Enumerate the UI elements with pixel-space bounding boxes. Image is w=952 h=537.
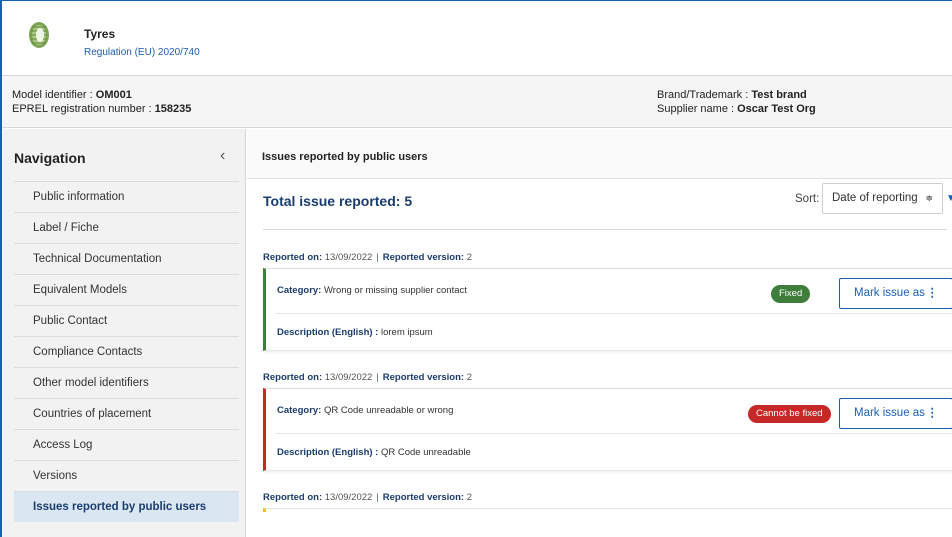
sidebar-item-versions[interactable]: Versions	[14, 460, 239, 491]
reported-version-label: Reported version:	[382, 252, 465, 263]
model-identifier: Model identifier : OM001	[12, 89, 132, 101]
reported-on-value: 13/09/2022	[324, 492, 373, 503]
category-value: QR Code unreadable or wrong	[323, 405, 454, 416]
sidebar-item-public-information[interactable]: Public information	[14, 181, 239, 212]
reported-on-value: 13/09/2022	[324, 372, 373, 383]
reported-on-label: Reported on:	[263, 492, 323, 503]
reported-on-label: Reported on:	[263, 252, 323, 263]
app-frame: Tyres Regulation (EU) 2020/740 Model ide…	[0, 0, 952, 537]
brand-label: Brand/Trademark :	[657, 89, 752, 101]
sort-direction-icon[interactable]: ▼	[946, 193, 952, 204]
eprel-number: EPREL registration number : 158235	[12, 103, 191, 115]
product-title: Tyres	[84, 27, 116, 41]
supplier-value: Oscar Test Org	[737, 103, 816, 115]
reported-on-label: Reported on:	[263, 372, 323, 383]
main-header: Issues reported by public users	[247, 129, 952, 179]
reported-version-value: 2	[466, 372, 472, 383]
page-title: Issues reported by public users	[262, 151, 428, 163]
issue-category: Category: QR Code unreadable or wrong	[277, 405, 453, 416]
issue-meta: Reported on: 13/09/2022 | Reported version…	[263, 372, 472, 383]
sidebar-item-label-fiche[interactable]: Label / Fiche	[14, 212, 239, 243]
mark-issue-label: Mark issue as	[854, 287, 925, 299]
reported-version-value: 2	[466, 252, 472, 263]
category-value: Wrong or missing supplier contact	[323, 285, 467, 296]
more-vertical-icon: ⋮	[926, 407, 939, 419]
sidebar-nav: Public information Label / Fiche Technic…	[14, 181, 239, 522]
more-vertical-icon: ⋮	[926, 287, 939, 299]
sort-select[interactable]: Date of reporting ≑	[822, 183, 943, 214]
sidebar-header: Navigation ‹	[2, 129, 246, 181]
sidebar-title: Navigation	[14, 150, 86, 166]
status-badge: Fixed	[771, 285, 811, 303]
sidebar: Navigation ‹ Public information Label / …	[2, 129, 246, 537]
issue-card	[263, 508, 952, 512]
tyre-icon	[29, 22, 49, 48]
issue-card: Category: QR Code unreadable or wrong Ca…	[263, 388, 952, 471]
main-content: Issues reported by public users Total is…	[247, 129, 952, 537]
regulation-link[interactable]: Regulation (EU) 2020/740	[84, 47, 200, 58]
brand-trademark: Brand/Trademark : Test brand	[657, 89, 807, 101]
sidebar-item-other-model-identifiers[interactable]: Other model identifiers	[14, 367, 239, 398]
chevron-left-icon[interactable]: ‹	[220, 147, 225, 165]
category-label: Category:	[277, 285, 322, 296]
issue-meta: Reported on: 13/09/2022 | Reported version…	[263, 492, 472, 503]
mark-issue-button[interactable]: Mark issue as ⋮	[839, 278, 952, 309]
sidebar-item-issues-reported[interactable]: Issues reported by public users	[14, 491, 239, 522]
supplier-name: Supplier name : Oscar Test Org	[657, 103, 816, 115]
sidebar-item-public-contact[interactable]: Public Contact	[14, 305, 239, 336]
reported-version-value: 2	[466, 492, 472, 503]
model-identifier-value: OM001	[95, 89, 132, 101]
category-label: Category:	[277, 405, 322, 416]
sort-label: Sort:	[795, 193, 820, 205]
divider	[263, 229, 947, 230]
description-value: lorem ipsum	[380, 327, 433, 338]
card-divider	[276, 313, 952, 314]
sidebar-item-technical-documentation[interactable]: Technical Documentation	[14, 243, 239, 274]
reported-version-label: Reported version:	[382, 492, 465, 503]
description-label: Description (English) :	[277, 447, 379, 458]
sidebar-item-equivalent-models[interactable]: Equivalent Models	[14, 274, 239, 305]
sort-select-value: Date of reporting	[832, 192, 918, 204]
supplier-label: Supplier name :	[657, 103, 738, 115]
mark-issue-button[interactable]: Mark issue as ⋮	[839, 398, 952, 429]
issue-meta: Reported on: 13/09/2022 | Reported version…	[263, 252, 472, 263]
sidebar-item-compliance-contacts[interactable]: Compliance Contacts	[14, 336, 239, 367]
product-header: Tyres Regulation (EU) 2020/740	[2, 1, 952, 76]
issue-description: Description (English) : QR Code unreadab…	[277, 447, 471, 458]
brand-value: Test brand	[751, 89, 807, 101]
reported-version-label: Reported version:	[382, 372, 465, 383]
issue-description: Description (English) : lorem ipsum	[277, 327, 433, 338]
sidebar-item-countries-of-placement[interactable]: Countries of placement	[14, 398, 239, 429]
card-divider	[276, 433, 952, 434]
sort-arrows-icon: ≑	[925, 193, 933, 203]
eprel-number-label: EPREL registration number :	[12, 103, 155, 115]
total-issues: Total issue reported: 5	[263, 193, 413, 209]
model-identifier-label: Model identifier :	[12, 89, 96, 101]
description-label: Description (English) :	[277, 327, 379, 338]
mark-issue-label: Mark issue as	[854, 407, 925, 419]
issue-card: Category: Wrong or missing supplier cont…	[263, 268, 952, 351]
model-info-bar: Model identifier : OM001 EPREL registrat…	[2, 76, 952, 128]
reported-on-value: 13/09/2022	[324, 252, 373, 263]
status-badge: Cannot be fixed	[748, 405, 831, 423]
issue-category: Category: Wrong or missing supplier cont…	[277, 285, 467, 296]
sidebar-item-access-log[interactable]: Access Log	[14, 429, 239, 460]
description-value: QR Code unreadable	[380, 447, 471, 458]
eprel-number-value: 158235	[154, 103, 192, 115]
